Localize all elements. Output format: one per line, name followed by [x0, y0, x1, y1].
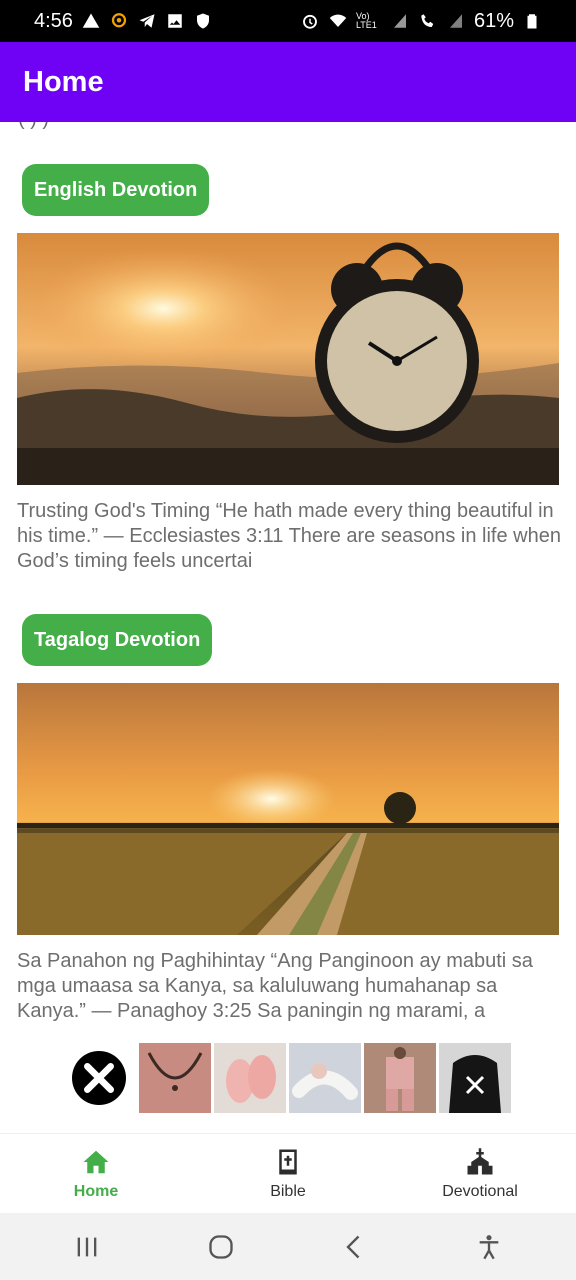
ad-thumb-slippers[interactable]	[214, 1043, 286, 1113]
signal-icon	[390, 11, 410, 31]
ad-thumb-hoodie[interactable]	[439, 1043, 511, 1113]
close-icon	[84, 1063, 114, 1093]
ad-banner[interactable]	[72, 1042, 511, 1114]
nav-devotional-label: Devotional	[442, 1182, 518, 1200]
truncated-previous-text: ( ) )	[18, 122, 49, 131]
nav-bible-label: Bible	[270, 1182, 306, 1200]
network-label: Vo) LTE1	[355, 11, 377, 30]
gallery-icon	[165, 11, 185, 31]
tagalog-devotion-excerpt[interactable]: Sa Panahon ng Paghihintay “Ang Panginoon…	[17, 949, 562, 1024]
app-bar: Home	[0, 42, 576, 122]
tagalog-devotion-image[interactable]	[17, 683, 559, 935]
english-devotion-button[interactable]: English Devotion	[22, 164, 210, 216]
status-bar: 4:56 Vo) LTE1 61%	[0, 0, 576, 42]
page-title: Home	[23, 65, 104, 98]
scroll-content[interactable]: ( ) ) English Devotion	[0, 122, 576, 1132]
nav-home-label: Home	[73, 1182, 119, 1200]
telegram-icon	[137, 11, 157, 31]
ad-thumb-pillow[interactable]	[289, 1043, 361, 1113]
home-circle-icon	[209, 1234, 233, 1259]
church-icon	[467, 1147, 493, 1174]
status-time: 4:56	[34, 9, 73, 32]
battery-percent: 61%	[473, 9, 514, 32]
english-devotion-image[interactable]	[17, 233, 559, 485]
bible-icon	[279, 1149, 297, 1174]
recents-button[interactable]	[57, 1222, 117, 1272]
wifi-icon	[328, 11, 348, 31]
home-system-button[interactable]	[191, 1222, 251, 1272]
battery-icon	[522, 11, 542, 31]
nav-devotional[interactable]: Devotional	[384, 1134, 576, 1213]
nav-bible[interactable]: Bible	[192, 1134, 384, 1213]
notification-icon	[109, 11, 129, 31]
bottom-navigation: Home Bible Devotional	[0, 1133, 576, 1213]
home-icon	[83, 1150, 109, 1173]
nav-home[interactable]: Home	[0, 1134, 192, 1213]
alarm-icon	[300, 11, 320, 31]
signal-icon-2	[446, 11, 466, 31]
system-navigation-bar	[0, 1213, 576, 1280]
tagalog-devotion-button[interactable]: Tagalog Devotion	[22, 614, 213, 666]
back-icon	[346, 1235, 360, 1258]
back-button[interactable]	[325, 1222, 385, 1272]
recents-icon	[77, 1237, 97, 1256]
shield-icon	[193, 11, 213, 31]
english-devotion-excerpt[interactable]: Trusting God's Timing “He hath made ever…	[17, 499, 562, 574]
accessibility-button[interactable]	[459, 1222, 519, 1272]
ad-close-button[interactable]	[72, 1051, 126, 1105]
accessibility-icon	[479, 1234, 499, 1259]
ad-thumb-necklace[interactable]	[139, 1043, 211, 1113]
ad-thumb-pajamas[interactable]	[364, 1043, 436, 1113]
warning-icon	[81, 11, 101, 31]
wifi-calling-icon	[418, 11, 438, 31]
